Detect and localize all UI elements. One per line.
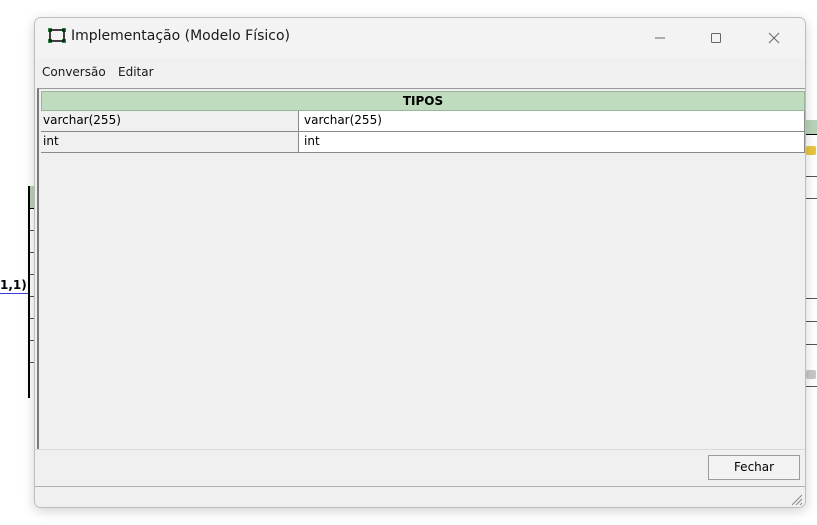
footer-divider bbox=[35, 449, 805, 450]
background-entity-right bbox=[805, 118, 817, 400]
close-icon bbox=[768, 32, 780, 44]
menu-conversao[interactable]: Conversão bbox=[42, 65, 106, 79]
menu-bar: Conversão Editar bbox=[35, 62, 805, 84]
minimize-button[interactable] bbox=[637, 18, 683, 58]
window-title: Implementação (Modelo Físico) bbox=[71, 28, 291, 44]
resize-grip-icon[interactable] bbox=[789, 492, 803, 506]
target-type-cell[interactable]: int bbox=[299, 132, 805, 153]
minimize-icon bbox=[655, 37, 665, 39]
source-type-cell[interactable]: int bbox=[41, 132, 299, 153]
close-window-button[interactable] bbox=[751, 18, 797, 58]
grid-header-tipos: TIPOS bbox=[41, 91, 805, 111]
implementation-dialog: Implementação (Modelo Físico) Conversão bbox=[34, 17, 806, 508]
types-grid: TIPOS varchar(255) varchar(255) int int bbox=[37, 88, 805, 449]
attribute-icon bbox=[806, 370, 816, 379]
maximize-icon bbox=[711, 33, 721, 43]
target-type-cell[interactable]: varchar(255) bbox=[299, 111, 805, 132]
source-type-cell[interactable]: varchar(255) bbox=[41, 111, 299, 132]
desktop-canvas: 1,1) Implementação (Modelo Físico) Conve… bbox=[0, 0, 817, 525]
status-bar bbox=[35, 486, 805, 507]
maximize-button[interactable] bbox=[693, 18, 739, 58]
cardinality-label: 1,1) bbox=[0, 278, 27, 292]
diagram-app-icon bbox=[48, 28, 66, 43]
title-bar: Implementação (Modelo Físico) bbox=[35, 18, 805, 58]
table-row[interactable]: varchar(255) varchar(255) bbox=[41, 111, 805, 132]
fechar-button[interactable]: Fechar bbox=[708, 455, 800, 480]
table-row[interactable]: int int bbox=[41, 132, 805, 153]
key-icon bbox=[806, 146, 816, 155]
menu-editar[interactable]: Editar bbox=[118, 65, 154, 79]
